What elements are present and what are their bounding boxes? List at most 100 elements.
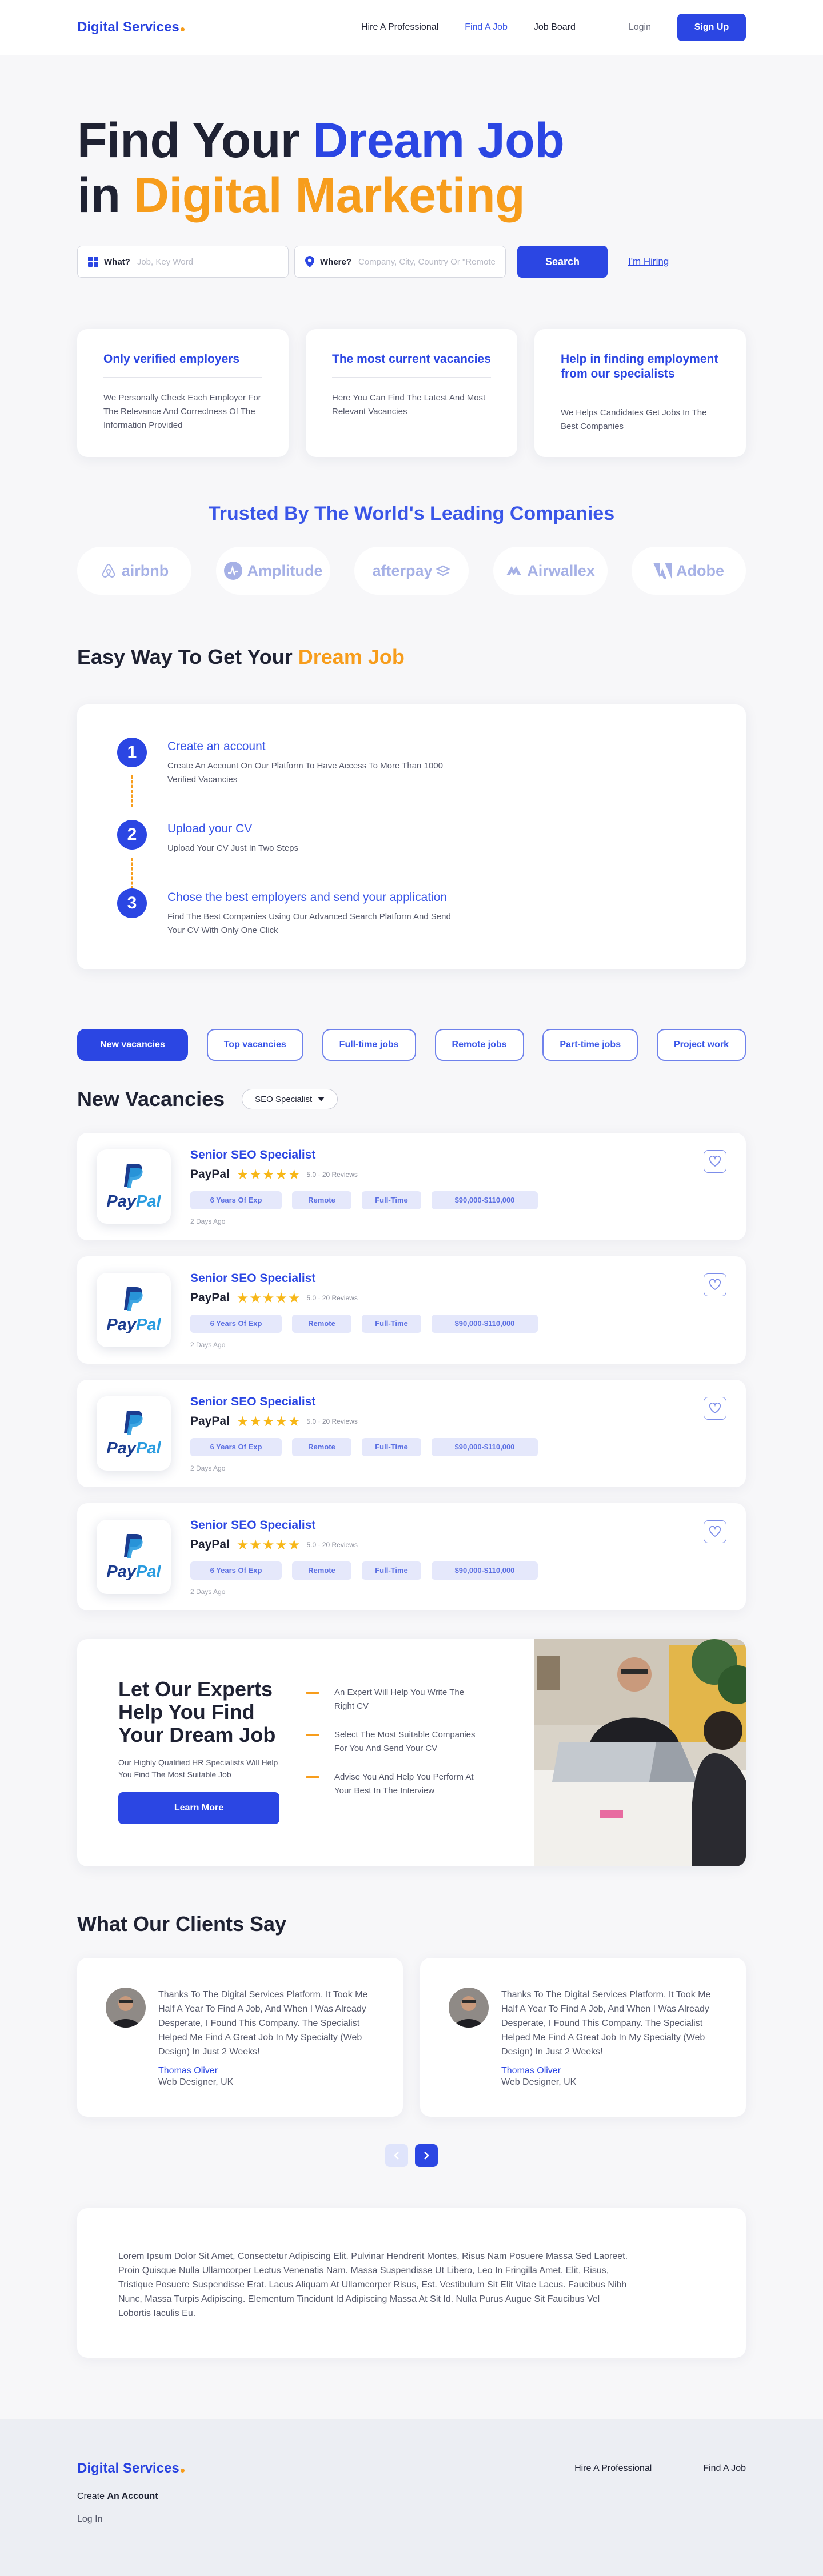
company-logo: PayPal xyxy=(97,1520,171,1594)
hero-section: Find Your Dream Job in Digital Marketing… xyxy=(0,55,823,2358)
job-title[interactable]: Senior SEO Specialist xyxy=(190,1395,548,1409)
learn-more-button[interactable]: Learn More xyxy=(118,1792,279,1824)
prev-button[interactable] xyxy=(385,2144,408,2167)
job-tag: $90,000-$110,000 xyxy=(432,1191,538,1209)
logo-text: Amplitude xyxy=(247,562,323,579)
company-logo-text: PayPal xyxy=(106,1439,161,1458)
testimonials-section: What Our Clients Say Thanks To The Digit… xyxy=(77,1912,746,2167)
job-title[interactable]: Senior SEO Specialist xyxy=(190,1272,548,1285)
job-title[interactable]: Senior SEO Specialist xyxy=(190,1148,548,1162)
testimonials-row: Thanks To The Digital Services Platform.… xyxy=(77,1958,746,2117)
logo-text: Pay xyxy=(106,1439,137,1457)
logo-text: afterpay xyxy=(372,562,433,579)
job-tag: Full-Time xyxy=(362,1314,421,1333)
where-field[interactable]: Where? xyxy=(294,246,506,278)
experts-point-text: Select The Most Suitable Companies For Y… xyxy=(334,1730,476,1753)
company-name: PayPal xyxy=(190,1415,230,1428)
chevron-right-icon xyxy=(424,2152,429,2160)
tab-new-vacancies[interactable]: New vacancies xyxy=(77,1029,188,1061)
rating-stars: ★★★★★ xyxy=(236,1413,301,1429)
rating-text: 5.0 · 20 Reviews xyxy=(306,1294,358,1302)
create-account-link[interactable]: Create An Account xyxy=(77,2491,746,2502)
footer-logo[interactable]: Digital Services xyxy=(77,2461,185,2477)
job-tag: 6 Years Of Exp xyxy=(190,1191,282,1209)
where-input[interactable] xyxy=(358,257,495,267)
tab-remote-jobs[interactable]: Remote jobs xyxy=(434,1029,524,1061)
nav-find-job[interactable]: Find A Job xyxy=(465,22,508,33)
footer-login-link[interactable]: Log In xyxy=(77,2514,746,2525)
site-footer: Digital Services Hire A Professional Fin… xyxy=(0,2419,823,2576)
vacancy-card[interactable]: PayPal Senior SEO Specialist PayPal ★★★★… xyxy=(77,1380,746,1487)
tab-top-vacancies[interactable]: Top vacancies xyxy=(206,1029,303,1061)
what-input[interactable] xyxy=(137,257,278,267)
experts-point-text: Advise You And Help You Perform At Your … xyxy=(334,1772,474,1796)
im-hiring-link[interactable]: I'm Hiring xyxy=(628,256,669,267)
company-name: PayPal xyxy=(190,1291,230,1304)
vacancy-list: PayPal Senior SEO Specialist PayPal ★★★★… xyxy=(77,1133,746,1610)
testimonials-title: What Our Clients Say xyxy=(77,1912,287,1936)
favorite-button[interactable] xyxy=(704,1273,726,1296)
vacancy-card[interactable]: PayPal Senior SEO Specialist PayPal ★★★★… xyxy=(77,1256,746,1364)
login-link[interactable]: Login xyxy=(629,22,651,33)
logo-text: Digital Services xyxy=(77,19,179,35)
nav-hire-professional[interactable]: Hire A Professional xyxy=(361,22,438,33)
site-header: Digital Services Hire A Professional Fin… xyxy=(0,0,823,55)
footer-nav-hire-professional[interactable]: Hire A Professional xyxy=(574,2463,652,2474)
job-tag: Remote xyxy=(292,1314,351,1333)
company-logo: PayPal xyxy=(97,1396,171,1471)
job-tag: Remote xyxy=(292,1437,351,1456)
job-tag: $90,000-$110,000 xyxy=(432,1437,538,1456)
footer-nav-find-job[interactable]: Find A Job xyxy=(703,2463,746,2474)
steps-title-highlight: Dream Job xyxy=(298,645,405,668)
signup-button[interactable]: Sign Up xyxy=(677,14,746,41)
what-field[interactable]: What? xyxy=(77,246,289,278)
job-tag: 6 Years Of Exp xyxy=(190,1314,282,1333)
tab-full-time-jobs[interactable]: Full-time jobs xyxy=(322,1029,416,1061)
step-item: 1 Create an account Create An Account On … xyxy=(117,738,706,807)
search-button[interactable]: Search xyxy=(517,246,608,278)
dash-icon xyxy=(306,1776,319,1778)
rating-stars: ★★★★★ xyxy=(236,1537,301,1553)
paypal-icon xyxy=(124,1410,143,1435)
job-tag: Full-Time xyxy=(362,1191,421,1209)
heart-icon xyxy=(709,1279,721,1291)
favorite-button[interactable] xyxy=(704,1397,726,1420)
chevron-left-icon xyxy=(394,2152,399,2160)
posted-age: 2 Days Ago xyxy=(190,1340,226,1349)
experts-photo xyxy=(534,1639,746,1866)
feature-text: Here You Can Find The Latest And Most Re… xyxy=(332,393,486,416)
step-connector xyxy=(131,858,133,890)
favorite-button[interactable] xyxy=(704,1520,726,1543)
tab-part-time-jobs[interactable]: Part-time jobs xyxy=(542,1029,638,1061)
experts-point-text: An Expert Will Help You Write The Right … xyxy=(334,1688,465,1711)
info-text: Lorem Ipsum Dolor Sit Amet, Consectetur … xyxy=(118,2252,628,2318)
heart-icon xyxy=(709,1526,721,1537)
dash-icon xyxy=(306,1692,319,1694)
nav-job-board[interactable]: Job Board xyxy=(534,22,576,33)
site-logo[interactable]: Digital Services xyxy=(77,19,185,35)
testimonial-quote: Thanks To The Digital Services Platform.… xyxy=(501,1990,711,2057)
next-button[interactable] xyxy=(415,2144,438,2167)
step-number: 2 xyxy=(117,820,147,850)
step-number: 1 xyxy=(117,738,147,767)
footer-logo-text: Digital Services xyxy=(77,2461,179,2476)
job-tag: Full-Time xyxy=(362,1561,421,1580)
vacancy-card[interactable]: PayPal Senior SEO Specialist PayPal ★★★★… xyxy=(77,1133,746,1240)
trusted-title: Trusted By The World's Leading Companies xyxy=(208,503,615,524)
tab-project-work[interactable]: Project work xyxy=(656,1029,746,1061)
step-text: Upload Your CV Just In Two Steps xyxy=(167,843,299,853)
dash-icon xyxy=(306,1734,319,1736)
info-text-block: Lorem Ipsum Dolor Sit Amet, Consectetur … xyxy=(77,2208,746,2358)
footer-nav: Hire A Professional Find A Job xyxy=(523,2463,746,2474)
vacancy-card[interactable]: PayPal Senior SEO Specialist PayPal ★★★★… xyxy=(77,1503,746,1610)
logo-text: airbnb xyxy=(121,562,169,579)
logo-text: Pay xyxy=(106,1192,137,1211)
specialty-select[interactable]: SEO Specialist xyxy=(242,1089,338,1109)
favorite-button[interactable] xyxy=(704,1150,726,1173)
rating-stars: ★★★★★ xyxy=(236,1167,301,1183)
experts-point: Advise You And Help You Perform At Your … xyxy=(306,1770,477,1798)
job-title[interactable]: Senior SEO Specialist xyxy=(190,1519,548,1532)
step-title: Chose the best employers and send your a… xyxy=(167,891,448,904)
logo-text: Pal xyxy=(136,1192,161,1211)
job-tag: $90,000-$110,000 xyxy=(432,1561,538,1580)
